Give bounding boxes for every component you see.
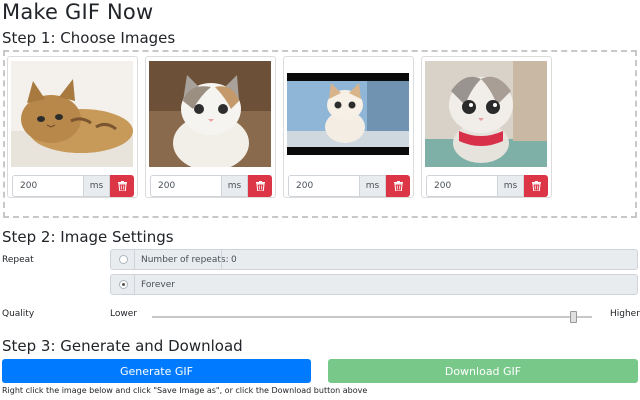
duration-unit: ms (84, 175, 110, 197)
step1-heading: Step 1: Choose Images (2, 29, 176, 47)
image-card: 200 ms (7, 56, 138, 198)
step3-heading: Step 3: Generate and Download (2, 337, 243, 355)
duration-unit: ms (360, 175, 386, 197)
repeat-count-input[interactable]: 0 (231, 255, 237, 265)
quality-low-label: Lower (110, 309, 137, 319)
repeat-count-radio[interactable] (119, 255, 128, 264)
quality-label: Quality (2, 309, 35, 319)
delete-image-button[interactable] (386, 175, 410, 197)
duration-input[interactable]: 200 (150, 175, 222, 197)
trash-icon (531, 181, 541, 191)
duration-input[interactable]: 200 (288, 175, 360, 197)
delete-image-button[interactable] (248, 175, 272, 197)
delete-image-button[interactable] (524, 175, 548, 197)
kitten-red-harness-thumbnail (425, 61, 547, 167)
repeat-count-option[interactable]: Number of repeats: 0 (110, 249, 638, 270)
save-instructions: Right click the image below and click "S… (2, 386, 368, 395)
image-card: 200 ms (421, 56, 552, 198)
page-title: Make GIF Now (2, 0, 154, 24)
quality-slider-handle[interactable] (569, 311, 577, 323)
quality-slider-track[interactable] (152, 316, 592, 318)
duration-input[interactable]: 200 (12, 175, 84, 197)
repeat-forever-radio[interactable] (119, 280, 128, 289)
duration-input[interactable]: 200 (426, 175, 498, 197)
download-gif-button[interactable]: Download GIF (328, 359, 638, 383)
delete-image-button[interactable] (110, 175, 134, 197)
image-card: 200 ms (145, 56, 276, 198)
step2-heading: Step 2: Image Settings (2, 228, 174, 246)
repeat-forever-option[interactable]: Forever (110, 274, 638, 295)
trash-icon (255, 181, 265, 191)
kitten-sitting-thumbnail (149, 61, 271, 167)
repeat-forever-label: Forever (141, 280, 175, 290)
generate-gif-button[interactable]: Generate GIF (2, 359, 311, 383)
kitten-window-thumbnail (287, 61, 409, 167)
trash-icon (393, 181, 403, 191)
duration-unit: ms (498, 175, 524, 197)
repeat-label: Repeat (2, 255, 34, 265)
quality-high-label: Higher (610, 309, 640, 319)
repeat-count-label: Number of repeats: (141, 255, 229, 265)
duration-unit: ms (222, 175, 248, 197)
trash-icon (117, 181, 127, 191)
image-card: 200 ms (283, 56, 414, 198)
kitten-lying-thumbnail (11, 61, 133, 167)
